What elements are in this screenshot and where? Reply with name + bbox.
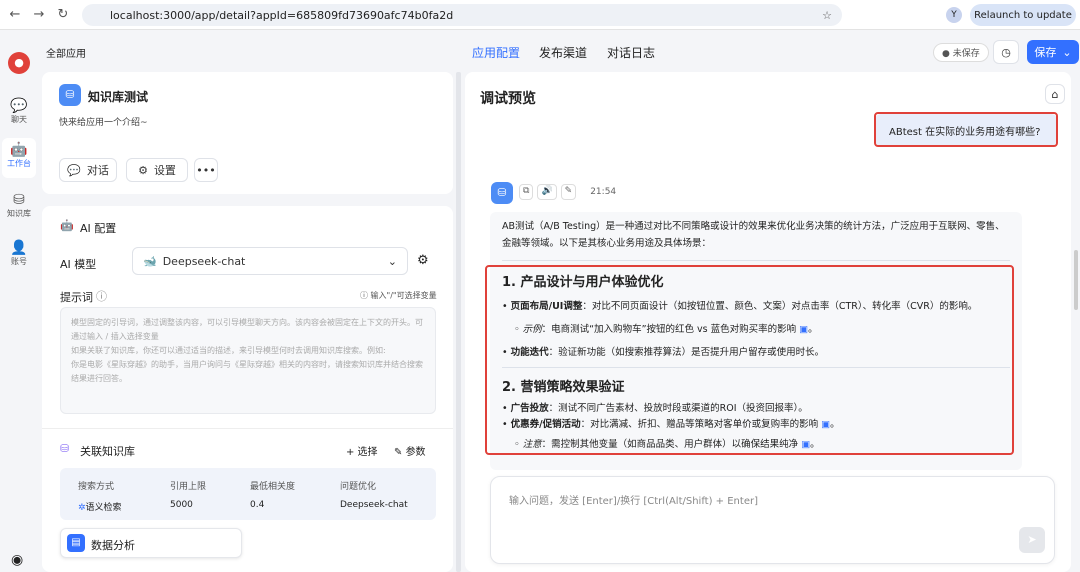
broom-icon: ⌂ <box>1051 87 1059 101</box>
chat-button[interactable]: 💬 对话 <box>59 158 117 182</box>
app-info-card: ⛁ 知识库测试 快来给应用一个介绍~ 💬 对话 ⚙ 设置 ••• <box>42 72 453 194</box>
address-bar[interactable]: localhost:3000/app/detail?appId=685809fd… <box>82 4 842 26</box>
sidebar-item-account[interactable]: 👤 账号 <box>2 236 36 276</box>
save-button[interactable]: 保存 ⌄ <box>1027 40 1079 64</box>
database-icon: ⛁ <box>60 442 70 455</box>
app-name: 知识库测试 <box>88 90 149 104</box>
bot-avatar: ⛁ <box>491 182 513 204</box>
chat-icon: 💬 <box>67 163 81 177</box>
speaker-icon[interactable]: 🔊 <box>537 184 557 200</box>
model-settings-icon[interactable]: ⚙ <box>417 253 429 268</box>
clock-icon: ◷ <box>1001 45 1011 59</box>
sidebar: ● 💬 聊天 🤖 工作台 ⛁ 知识库 👤 账号 ◉ <box>0 30 36 572</box>
tab-app-config[interactable]: 应用配置 <box>472 44 520 61</box>
database-icon: ⛁ <box>13 192 25 208</box>
top-bar: 全部应用 应用配置 发布渠道 对话日志 ● 未保存 ◷ 保存 ⌄ <box>36 30 1080 72</box>
prompt-label: 提示词 <box>60 291 93 304</box>
reload-icon[interactable]: ↻ <box>54 7 72 22</box>
sidebar-item-kb[interactable]: ⛁ 知识库 <box>2 188 36 228</box>
message-actions: ⧉ 🔊 ✎ 21:54 <box>519 184 616 200</box>
table-header: 最低相关度 <box>250 482 296 492</box>
panel-resizer[interactable] <box>456 72 461 572</box>
table-header: 问题优化 <box>340 482 377 492</box>
github-icon[interactable]: ◉ <box>11 552 23 568</box>
avatar[interactable]: ● <box>8 52 30 74</box>
chat-input[interactable]: 输入问题，发送 [Enter]/换行 [Ctrl(Alt/Shift) + En… <box>490 476 1055 564</box>
preview-title: 调试预览 <box>480 91 536 107</box>
table-header: 引用上限 <box>170 482 207 492</box>
gear-icon: ⚙ <box>138 163 148 177</box>
table-cell: 0.4 <box>250 500 265 510</box>
divider <box>42 428 453 429</box>
star-icon[interactable]: ☆ <box>822 9 832 22</box>
forward-icon[interactable]: → <box>30 7 48 22</box>
more-icon: ••• <box>196 163 216 177</box>
prompt-textarea[interactable]: 模型固定的引导词，通过调整该内容，可以引导模型聊天方向。该内容会被固定在上下文的… <box>60 307 436 414</box>
tab-publish[interactable]: 发布渠道 <box>539 44 587 61</box>
table-cell: 5000 <box>170 500 193 510</box>
chevron-down-icon: ⌄ <box>387 254 397 268</box>
copy-icon[interactable]: ⧉ <box>519 184 534 200</box>
user-icon: 👤 <box>10 240 28 256</box>
table-cell: ✲语义检索 <box>78 503 122 513</box>
clear-chat-button[interactable]: ⌂ <box>1045 84 1065 104</box>
robot-icon: 🤖 <box>10 142 28 158</box>
ai-config-title: AI 配置 <box>80 222 117 235</box>
profile-avatar[interactable]: Y <box>946 7 962 23</box>
history-button[interactable]: ◷ <box>993 40 1019 64</box>
send-button[interactable]: ➤ <box>1019 527 1045 553</box>
table-header: 搜索方式 <box>78 482 115 492</box>
unsaved-badge: ● 未保存 <box>933 43 989 62</box>
ai-config-card: 🤖 AI 配置 AI 模型 🐋 Deepseek-chat ⌄ ⚙ 提示词 ⓘ ⓘ … <box>42 206 453 572</box>
deepseek-icon: 🐋 <box>143 254 157 268</box>
divider <box>502 260 1010 262</box>
scrollbar[interactable] <box>1074 250 1078 310</box>
robot-icon: 🤖 <box>60 219 74 232</box>
sidebar-item-workbench[interactable]: 🤖 工作台 <box>2 138 36 178</box>
semantic-icon: ✲ <box>78 503 86 513</box>
sidebar-item-chat[interactable]: 💬 聊天 <box>2 94 36 134</box>
help-icon[interactable]: ⓘ <box>96 288 107 304</box>
table-cell: Deepseek-chat <box>340 500 408 510</box>
browser-toolbar: ← → ↻ localhost:3000/app/detail?appId=68… <box>0 0 1080 30</box>
kb-params-button[interactable]: ✎ 参数 <box>394 443 426 458</box>
edit-icon[interactable]: ✎ <box>560 184 577 200</box>
send-icon: ➤ <box>1027 533 1037 546</box>
model-label: AI 模型 <box>60 258 97 271</box>
debug-preview-panel: 调试预览 ⌂ ABtest 在实际的业务用途有哪些? ⛁ ⧉ 🔊 ✎ 21:54… <box>465 72 1071 572</box>
relaunch-button[interactable]: Relaunch to update <box>970 4 1076 26</box>
settings-button[interactable]: ⚙ 设置 <box>126 158 188 182</box>
prompt-hint: ⓘ 输入"/"可选择变量 <box>360 291 437 300</box>
kb-params-table: 搜索方式 引用上限 最低相关度 问题优化 ✲语义检索 5000 0.4 Deep… <box>60 468 436 520</box>
dataset-item[interactable]: ▤ 数据分析 <box>60 528 242 558</box>
tab-logs[interactable]: 对话日志 <box>607 44 655 61</box>
select-kb-button[interactable]: + 选择 <box>346 443 378 458</box>
back-icon[interactable]: ← <box>6 7 24 22</box>
message-time: 21:54 <box>590 187 617 197</box>
message-intro: AB测试（A/B Testing）是一种通过对比不同策略或设计的效果来优化业务决… <box>502 221 1005 250</box>
kb-title: 关联知识库 <box>80 445 135 458</box>
chevron-down-icon: ⌄ <box>1062 45 1072 59</box>
app-icon: ⛁ <box>59 84 81 106</box>
back-to-apps-link[interactable]: 全部应用 <box>46 45 86 60</box>
more-button[interactable]: ••• <box>194 158 218 182</box>
highlight-box <box>485 265 1014 455</box>
highlight-box <box>874 112 1058 147</box>
dataset-icon: ▤ <box>67 534 85 552</box>
model-select[interactable]: 🐋 Deepseek-chat ⌄ <box>132 247 408 275</box>
chat-icon: 💬 <box>10 98 28 114</box>
app-intro[interactable]: 快来给应用一个介绍~ <box>59 115 148 128</box>
